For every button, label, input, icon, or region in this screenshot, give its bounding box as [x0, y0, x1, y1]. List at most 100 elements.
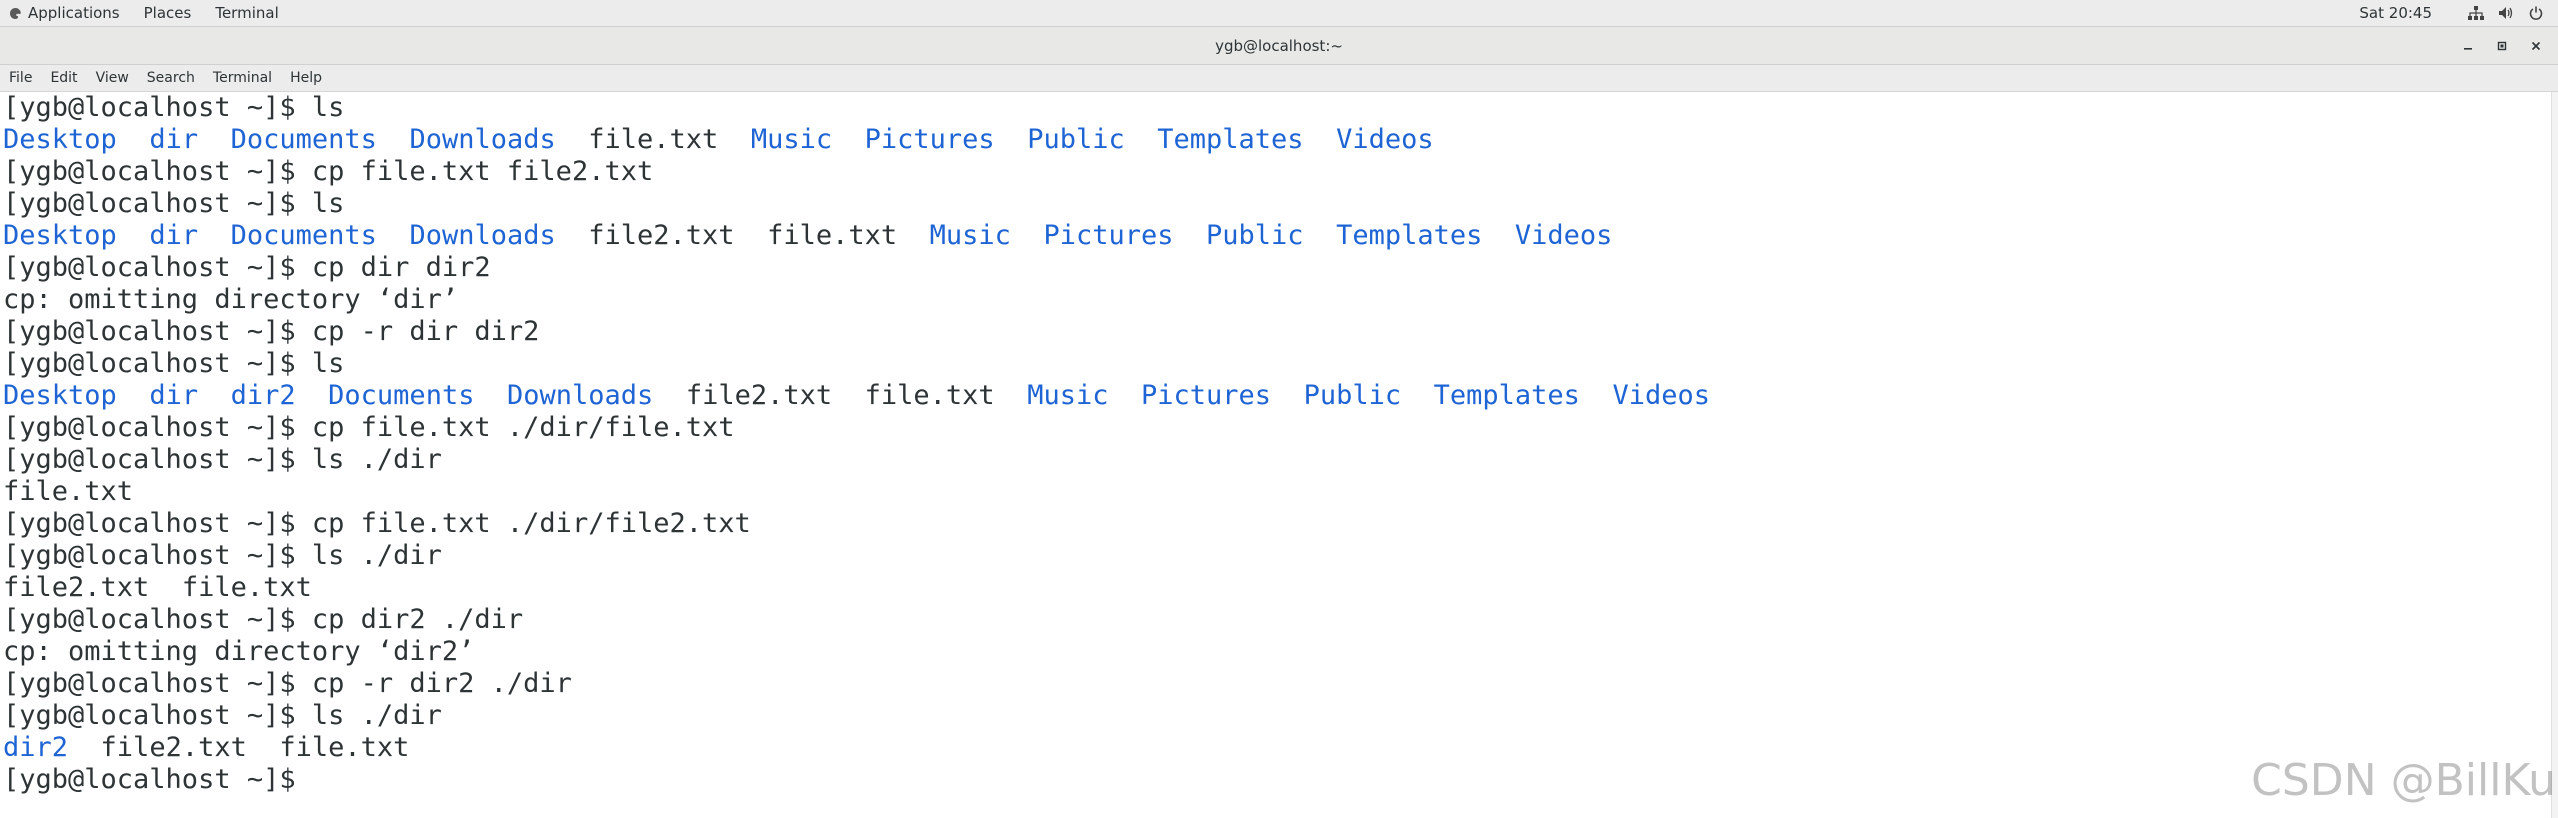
terminal-text: [ygb@localhost ~]$ cp -r dir dir2 — [3, 316, 540, 347]
directory-entry: dir2 — [3, 732, 69, 763]
terminal-line: [ygb@localhost ~]$ cp file.txt ./dir/fil… — [0, 508, 2552, 540]
separator — [117, 220, 150, 251]
terminal-text: [ygb@localhost ~]$ ls ./dir — [3, 700, 442, 731]
separator — [377, 220, 410, 251]
directory-entry: Music — [929, 220, 1011, 251]
separator — [735, 220, 768, 251]
menu-edit[interactable]: Edit — [41, 70, 86, 86]
terminal-line: [ygb@localhost ~]$ ls — [0, 92, 2552, 124]
terminal-text: [ygb@localhost ~]$ ls ./dir — [3, 444, 442, 475]
directory-entry: Pictures — [1043, 220, 1174, 251]
terminal-line: Desktop dir Documents Downloads file.txt… — [0, 124, 2552, 156]
file-entry: file.txt — [181, 572, 312, 603]
separator — [198, 220, 231, 251]
directory-entry: dir2 — [230, 380, 296, 411]
terminal-text: [ygb@localhost ~]$ ls — [3, 92, 345, 123]
directory-entry: Videos — [1514, 220, 1613, 251]
separator — [1401, 380, 1434, 411]
separator — [1271, 380, 1304, 411]
file-entry: file2.txt — [3, 572, 150, 603]
directory-entry: dir — [149, 124, 199, 155]
directory-entry: Downloads — [506, 380, 654, 411]
terminal-line: file.txt — [0, 476, 2552, 508]
applications-menu[interactable]: Applications — [8, 4, 120, 22]
separator — [1108, 380, 1141, 411]
terminal-text: [ygb@localhost ~]$ ls ./dir — [3, 540, 442, 571]
file-entry: file2.txt — [100, 732, 247, 763]
menu-file[interactable]: File — [0, 70, 41, 86]
menu-terminal[interactable]: Terminal — [204, 70, 281, 86]
directory-entry: Pictures — [864, 124, 995, 155]
separator — [995, 124, 1028, 155]
applications-label: Applications — [28, 4, 120, 22]
terminal-app-menu[interactable]: Terminal — [215, 4, 278, 22]
window-title: ygb@localhost:~ — [1215, 36, 1343, 55]
file-entry: file.txt — [279, 732, 410, 763]
menu-search[interactable]: Search — [138, 70, 204, 86]
terminal-text: [ygb@localhost ~]$ cp -r dir2 ./dir — [3, 668, 572, 699]
directory-entry: dir — [149, 380, 199, 411]
terminal-text: cp: omitting directory ‘dir2’ — [3, 636, 475, 667]
close-icon[interactable] — [2524, 34, 2548, 58]
clock[interactable]: Sat 20:45 — [2359, 4, 2432, 22]
terminal-menubar: File Edit View Search Terminal Help — [0, 65, 2558, 92]
terminal-text: [ygb@localhost ~]$ cp file.txt ./dir/fil… — [3, 508, 751, 539]
separator — [377, 124, 410, 155]
terminal-line: Desktop dir dir2 Documents Downloads fil… — [0, 380, 2552, 412]
file-entry: file.txt — [3, 476, 134, 507]
directory-entry: Documents — [328, 380, 475, 411]
maximize-icon[interactable] — [2490, 34, 2514, 58]
terminal-line: [ygb@localhost ~]$ cp dir dir2 — [0, 252, 2552, 284]
separator — [832, 124, 865, 155]
top-panel: Applications Places Terminal Sat 20:45 — [0, 0, 2558, 27]
menu-help[interactable]: Help — [281, 70, 331, 86]
directory-entry: Downloads — [409, 220, 556, 251]
directory-entry: Public — [1206, 220, 1304, 251]
terminal-scrollbar[interactable] — [2551, 92, 2558, 818]
places-label: Places — [143, 4, 192, 22]
window-controls — [2446, 27, 2548, 64]
directory-entry: Templates — [1157, 124, 1304, 155]
file-entry: file.txt — [767, 220, 898, 251]
terminal-line: [ygb@localhost ~]$ ls ./dir — [0, 700, 2552, 732]
terminal-line: Desktop dir Documents Downloads file2.tx… — [0, 220, 2552, 252]
separator — [1580, 380, 1613, 411]
directory-entry: Music — [750, 124, 833, 155]
terminal-line: [ygb@localhost ~]$ ls — [0, 188, 2552, 220]
separator — [149, 572, 182, 603]
terminal-line: [ygb@localhost ~]$ ls — [0, 348, 2552, 380]
file-entry: file.txt — [588, 124, 719, 155]
menu-view[interactable]: View — [87, 70, 138, 86]
terminal-text: [ygb@localhost ~]$ cp file.txt file2.txt — [3, 156, 654, 187]
directory-entry: Videos — [1612, 380, 1710, 411]
terminal-line: [ygb@localhost ~]$ cp -r dir2 ./dir — [0, 668, 2552, 700]
directory-entry: Music — [1027, 380, 1109, 411]
places-menu[interactable]: Places — [144, 4, 192, 22]
separator — [198, 380, 231, 411]
terminal-line: [ygb@localhost ~]$ ls ./dir — [0, 444, 2552, 476]
separator — [247, 732, 280, 763]
separator — [68, 732, 101, 763]
directory-entry: Pictures — [1141, 380, 1272, 411]
minimize-icon[interactable] — [2456, 34, 2480, 58]
power-icon[interactable] — [2526, 4, 2546, 22]
separator — [897, 220, 930, 251]
apps-icon — [8, 6, 22, 20]
file-entry: file.txt — [864, 380, 995, 411]
terminal-text: [ygb@localhost ~]$ cp dir2 ./dir — [3, 604, 524, 635]
window-titlebar[interactable]: ygb@localhost:~ — [0, 27, 2558, 65]
volume-icon[interactable] — [2496, 4, 2516, 22]
separator — [1011, 220, 1044, 251]
directory-entry: Documents — [230, 220, 377, 251]
separator — [556, 124, 589, 155]
terminal-output[interactable]: [ygb@localhost ~]$ ls Desktop dir Documen… — [0, 92, 2552, 818]
separator — [556, 220, 589, 251]
file-entry: file2.txt — [685, 380, 833, 411]
terminal-text: [ygb@localhost ~]$ cp dir dir2 — [3, 252, 491, 283]
directory-entry: Desktop — [3, 220, 117, 251]
terminal-app-label: Terminal — [215, 4, 279, 22]
network-icon[interactable] — [2466, 4, 2486, 22]
directory-entry: Desktop — [3, 380, 117, 411]
separator — [1304, 220, 1337, 251]
directory-entry: dir — [149, 220, 199, 251]
